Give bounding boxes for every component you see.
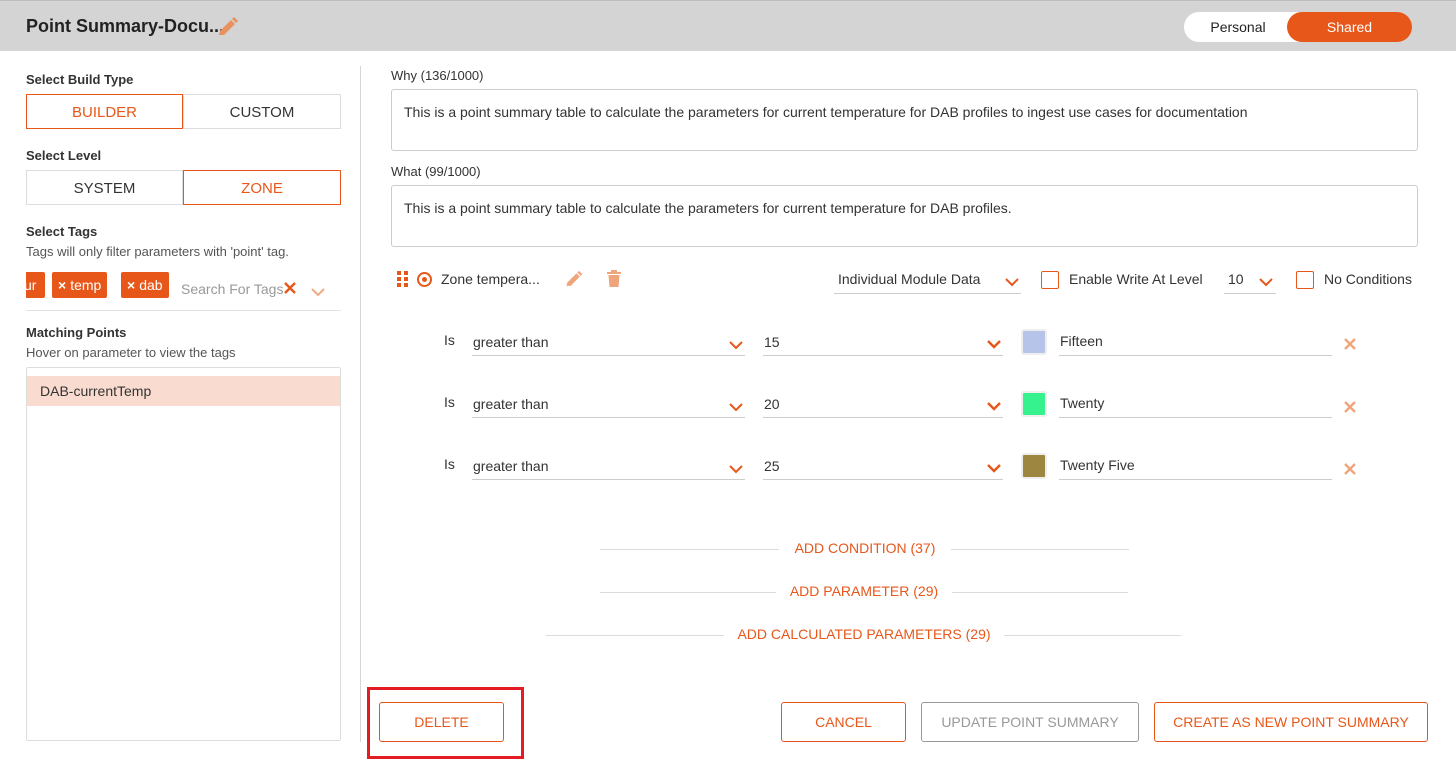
delete-highlight-box bbox=[367, 687, 524, 759]
condition-operator-dropdown[interactable]: greater than bbox=[472, 391, 745, 418]
condition-value-dropdown[interactable]: 15 bbox=[763, 329, 1003, 356]
enable-write-label: Enable Write At Level bbox=[1069, 271, 1203, 287]
edit-title-pencil-icon[interactable] bbox=[216, 16, 240, 40]
no-conditions-checkbox[interactable] bbox=[1296, 271, 1314, 289]
build-type-custom-button[interactable]: CUSTOM bbox=[183, 94, 341, 129]
condition-row: Is greater than 20 Twenty bbox=[0, 387, 1456, 427]
color-swatch[interactable] bbox=[1021, 453, 1047, 479]
update-point-summary-button[interactable]: UPDATE POINT SUMMARY bbox=[921, 702, 1139, 742]
remove-condition-close-icon[interactable] bbox=[1344, 338, 1356, 350]
parameter-radio[interactable] bbox=[417, 272, 432, 287]
chevron-down-icon bbox=[1005, 278, 1019, 287]
tag-chip-label: temp bbox=[70, 277, 102, 293]
condition-label-value: Twenty bbox=[1060, 395, 1105, 411]
toggle-shared[interactable]: Shared bbox=[1287, 12, 1412, 42]
page-title: Point Summary-Docu... bbox=[26, 16, 225, 36]
why-label: Why (136/1000) bbox=[391, 68, 484, 83]
remove-condition-close-icon[interactable] bbox=[1344, 401, 1356, 413]
create-new-point-summary-button[interactable]: CREATE AS NEW POINT SUMMARY bbox=[1154, 702, 1428, 742]
write-level-dropdown[interactable]: 10 bbox=[1224, 268, 1276, 294]
what-label: What (99/1000) bbox=[391, 164, 481, 179]
visibility-toggle[interactable]: Personal Shared bbox=[1184, 12, 1412, 42]
tags-hint: Tags will only filter parameters with 'p… bbox=[26, 244, 289, 259]
tag-chip[interactable]: ur bbox=[26, 272, 45, 298]
condition-label-input[interactable]: Twenty bbox=[1059, 391, 1332, 418]
level-system-button[interactable]: SYSTEM bbox=[26, 170, 183, 205]
add-parameter-link[interactable]: ADD PARAMETER (29) bbox=[776, 583, 952, 599]
chevron-down-icon bbox=[987, 340, 1001, 349]
tag-chip[interactable]: × dab bbox=[121, 272, 169, 298]
clear-tags-close-icon[interactable] bbox=[283, 281, 297, 295]
chevron-down-icon bbox=[729, 403, 743, 412]
chevron-down-icon bbox=[987, 402, 1001, 411]
edit-parameter-pencil-icon[interactable] bbox=[564, 270, 584, 295]
condition-label-input[interactable]: Fifteen bbox=[1059, 329, 1332, 356]
radio-dot bbox=[422, 277, 427, 282]
chevron-down-icon bbox=[729, 465, 743, 474]
add-condition-link[interactable]: ADD CONDITION (37) bbox=[779, 540, 951, 556]
level-zone-button[interactable]: ZONE bbox=[183, 170, 341, 205]
condition-label-value: Twenty Five bbox=[1060, 457, 1135, 473]
build-type-builder-button[interactable]: BUILDER bbox=[26, 94, 183, 129]
drag-handle-icon[interactable] bbox=[397, 271, 409, 287]
cancel-button[interactable]: CANCEL bbox=[781, 702, 906, 742]
tags-divider bbox=[26, 310, 341, 311]
chevron-down-icon bbox=[729, 341, 743, 350]
no-conditions-label: No Conditions bbox=[1324, 271, 1412, 287]
chevron-down-icon bbox=[987, 464, 1001, 473]
tags-chevron-down-icon[interactable] bbox=[311, 284, 325, 302]
parameter-name: Zone tempera... bbox=[441, 271, 540, 287]
condition-label-input[interactable]: Twenty Five bbox=[1059, 453, 1332, 480]
color-swatch[interactable] bbox=[1021, 391, 1047, 417]
condition-row: Is greater than 25 Twenty Five bbox=[0, 449, 1456, 489]
close-icon[interactable]: × bbox=[127, 277, 135, 293]
condition-is-label: Is bbox=[444, 456, 455, 472]
operator-value: greater than bbox=[473, 334, 549, 350]
toggle-personal[interactable]: Personal bbox=[1184, 12, 1292, 42]
add-calculated-parameters-link[interactable]: ADD CALCULATED PARAMETERS (29) bbox=[724, 626, 1004, 642]
tag-chip-label: dab bbox=[139, 277, 163, 293]
condition-is-label: Is bbox=[444, 394, 455, 410]
tags-search-input[interactable]: Search For Tags bbox=[181, 281, 283, 297]
build-type-label: Select Build Type bbox=[26, 72, 134, 87]
condition-is-label: Is bbox=[444, 332, 455, 348]
data-source-dropdown[interactable]: Individual Module Data bbox=[834, 268, 1021, 294]
condition-row: Is greater than 15 Fifteen bbox=[0, 325, 1456, 365]
delete-parameter-trash-icon[interactable] bbox=[606, 270, 622, 293]
condition-value-dropdown[interactable]: 20 bbox=[763, 391, 1003, 418]
chevron-down-icon bbox=[1259, 278, 1273, 287]
level-label: Select Level bbox=[26, 148, 102, 163]
condition-value: 15 bbox=[764, 334, 780, 350]
tag-chip-label: ur bbox=[26, 277, 37, 293]
condition-value-dropdown[interactable]: 25 bbox=[763, 453, 1003, 480]
condition-value: 25 bbox=[764, 458, 780, 474]
enable-write-checkbox[interactable] bbox=[1041, 271, 1059, 289]
color-swatch[interactable] bbox=[1021, 329, 1047, 355]
why-textarea[interactable]: This is a point summary table to calcula… bbox=[391, 89, 1418, 151]
condition-operator-dropdown[interactable]: greater than bbox=[472, 329, 745, 356]
data-source-value: Individual Module Data bbox=[838, 271, 981, 287]
condition-operator-dropdown[interactable]: greater than bbox=[472, 453, 745, 480]
condition-label-value: Fifteen bbox=[1060, 333, 1103, 349]
close-icon[interactable]: × bbox=[58, 277, 66, 293]
write-level-value: 10 bbox=[1228, 271, 1244, 287]
remove-condition-close-icon[interactable] bbox=[1344, 463, 1356, 475]
condition-value: 20 bbox=[764, 396, 780, 412]
tags-label: Select Tags bbox=[26, 224, 98, 239]
tag-chip[interactable]: × temp bbox=[52, 272, 108, 298]
operator-value: greater than bbox=[473, 396, 549, 412]
what-textarea[interactable]: This is a point summary table to calcula… bbox=[391, 185, 1418, 247]
operator-value: greater than bbox=[473, 458, 549, 474]
